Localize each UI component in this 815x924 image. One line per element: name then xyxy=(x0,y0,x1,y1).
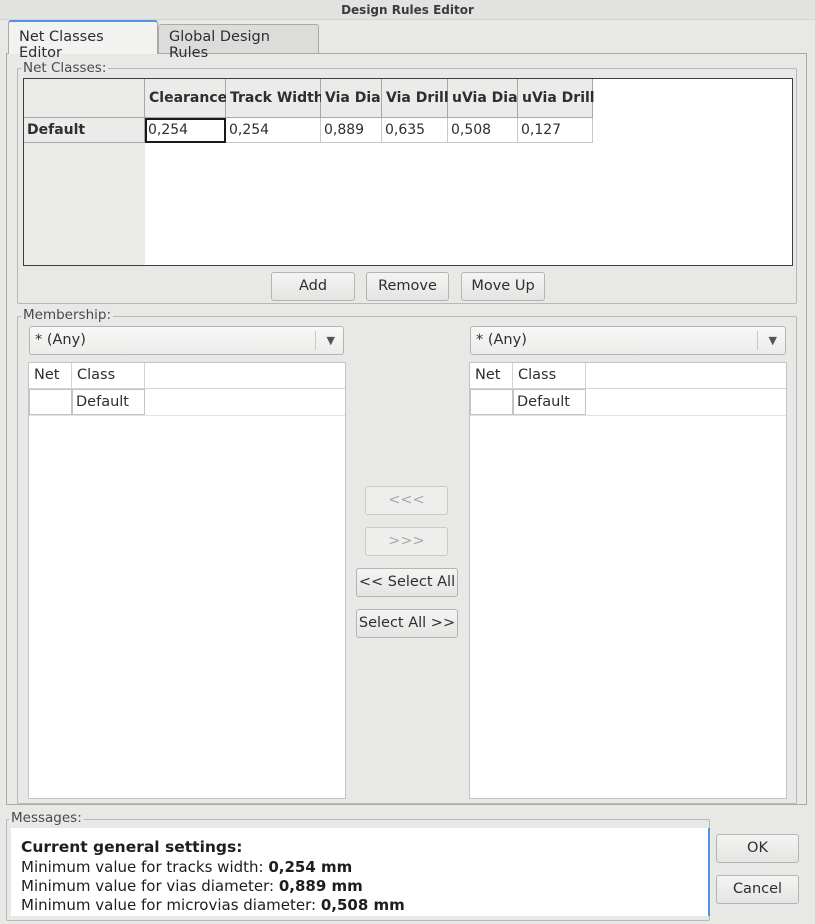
grid-corner xyxy=(24,79,145,118)
chevron-down-icon: ▼ xyxy=(768,334,777,347)
column-header-track-width[interactable]: Track Width xyxy=(226,79,324,118)
dropdown-separator xyxy=(757,331,758,350)
left-list-net-cell[interactable] xyxy=(29,389,72,415)
right-membership-list[interactable]: Net Class Default xyxy=(469,362,787,799)
dropdown-separator xyxy=(315,331,316,350)
membership-group-label: Membership: xyxy=(21,307,113,323)
right-list-class-cell[interactable]: Default xyxy=(513,389,586,415)
message-label: Minimum value for vias diameter: xyxy=(21,877,275,895)
messages-group-label: Messages: xyxy=(9,810,84,826)
left-filter-dropdown[interactable]: * (Any) ▼ xyxy=(29,326,344,355)
row-header-default[interactable]: Default xyxy=(24,118,145,143)
cancel-button[interactable]: Cancel xyxy=(716,875,799,904)
move-right-button[interactable]: >>> xyxy=(365,527,448,556)
column-header-uvia-dia[interactable]: uVia Dia xyxy=(448,79,518,118)
left-list-header-class[interactable]: Class xyxy=(72,363,145,389)
left-list-header-filler xyxy=(145,363,345,389)
left-list-header-net[interactable]: Net xyxy=(29,363,72,389)
message-line-tracks-width: Minimum value for tracks width: 0,254 mm xyxy=(21,858,352,876)
cell-via-drill[interactable]: 0,635 xyxy=(382,118,448,143)
left-list-class-cell[interactable]: Default xyxy=(72,389,145,415)
net-classes-group-label: Net Classes: xyxy=(21,60,109,76)
message-label: Minimum value for tracks width: xyxy=(21,858,264,876)
remove-button[interactable]: Remove xyxy=(366,272,449,301)
left-membership-list[interactable]: Net Class Default xyxy=(28,362,346,799)
column-header-via-dia[interactable]: Via Dia xyxy=(321,79,382,118)
right-list-row-divider xyxy=(470,415,786,416)
right-list-header-net[interactable]: Net xyxy=(470,363,513,389)
cell-uvia-dia[interactable]: 0,508 xyxy=(448,118,518,143)
add-button[interactable]: Add xyxy=(271,272,355,301)
cell-via-dia[interactable]: 0,889 xyxy=(321,118,382,143)
left-list-row-divider xyxy=(29,415,345,416)
message-value: 0,889 mm xyxy=(278,877,363,895)
cell-uvia-drill[interactable]: 0,127 xyxy=(518,118,593,143)
right-list-header-class[interactable]: Class xyxy=(513,363,586,389)
move-left-button[interactable]: <<< xyxy=(365,486,448,515)
window-title: Design Rules Editor xyxy=(341,3,474,17)
message-line-vias-diameter: Minimum value for vias diameter: 0,889 m… xyxy=(21,877,363,895)
left-filter-value: * (Any) xyxy=(35,332,86,348)
net-classes-grid[interactable]: Clearance Track Width Via Dia Via Drill … xyxy=(23,78,793,266)
right-list-net-cell[interactable] xyxy=(470,389,513,415)
message-value: 0,254 mm xyxy=(268,858,353,876)
tab-global-design-rules[interactable]: Global Design Rules xyxy=(158,24,319,61)
select-all-right-button[interactable]: Select All >> xyxy=(356,609,458,638)
message-line-microvias-diameter: Minimum value for microvias diameter: 0,… xyxy=(21,896,405,914)
move-up-button[interactable]: Move Up xyxy=(461,272,545,301)
column-header-uvia-drill[interactable]: uVia Drill xyxy=(518,79,595,118)
messages-heading: Current general settings: xyxy=(21,838,243,856)
message-label: Minimum value for microvias diameter: xyxy=(21,896,317,914)
column-header-clearance[interactable]: Clearance xyxy=(145,79,227,118)
tab-net-classes-editor[interactable]: Net Classes Editor xyxy=(8,20,158,61)
message-value: 0,508 mm xyxy=(320,896,405,914)
select-all-left-button[interactable]: << Select All xyxy=(356,568,458,597)
ok-button[interactable]: OK xyxy=(716,834,799,863)
right-filter-dropdown[interactable]: * (Any) ▼ xyxy=(470,326,786,355)
cell-clearance[interactable]: 0,254 xyxy=(145,118,226,143)
right-filter-value: * (Any) xyxy=(476,332,527,348)
cell-track-width[interactable]: 0,254 xyxy=(226,118,321,143)
column-header-via-drill[interactable]: Via Drill xyxy=(382,79,449,118)
right-list-header-filler xyxy=(586,363,786,389)
chevron-down-icon: ▼ xyxy=(326,334,335,347)
